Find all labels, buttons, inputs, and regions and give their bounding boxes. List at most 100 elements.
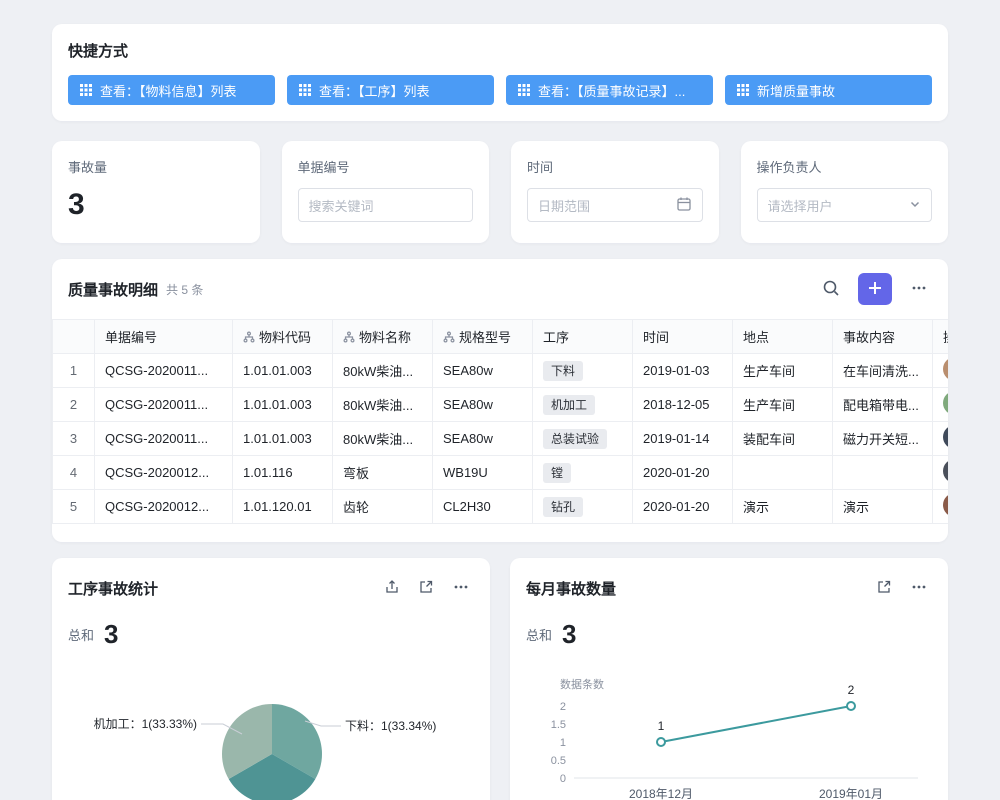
export-button[interactable] xyxy=(380,575,404,602)
shortcut-label: 查看：【物料信息】列表 xyxy=(100,81,237,100)
cell-doc: QCSG-2020011... xyxy=(95,388,233,422)
cell-code: 1.01.01.003 xyxy=(233,422,333,456)
avatar xyxy=(943,425,948,449)
select-placeholder: 请选择用户 xyxy=(768,196,833,215)
table-search-button[interactable] xyxy=(818,275,844,304)
pie-card-title: 工序事故统计 xyxy=(68,578,158,599)
process-tag: 钻孔 xyxy=(543,497,583,517)
table-title: 质量事故明细 xyxy=(68,279,158,300)
cell-process: 总装试验 xyxy=(533,422,633,456)
y-tick: 2 xyxy=(560,701,566,713)
avatar xyxy=(943,493,948,517)
y-axis-title: 数据条数 xyxy=(560,677,604,691)
grid-icon xyxy=(80,84,92,96)
date-range-input[interactable]: 日期范围 xyxy=(527,188,703,222)
table-more-menu-button[interactable] xyxy=(906,275,932,304)
stat-card-accident-count: 事故量 3 xyxy=(52,141,260,243)
shortcut-label: 查看：【工序】列表 xyxy=(319,81,430,100)
open-in-new-icon xyxy=(418,579,434,598)
table-row[interactable]: 5 QCSG-2020012... 1.01.120.01 齿轮 CL2H30 … xyxy=(53,490,949,524)
table-row[interactable]: 4 QCSG-2020012... 1.01.116 弯板 WB19U 镗 20… xyxy=(53,456,949,490)
cell-spec: SEA80w xyxy=(433,388,533,422)
quality-accident-table: 单据编号 物料代码 物料名称 规格型号 工序 时间 地点 事故内容 操作负责人 … xyxy=(52,319,948,524)
cell-process: 机加工 xyxy=(533,388,633,422)
shortcut-view-quality-records-button[interactable]: 查看：【质量事故记录】... xyxy=(506,75,713,105)
quality-accident-table-card: 质量事故明细 共 5 条 xyxy=(52,259,948,542)
sum-value: 3 xyxy=(562,619,576,650)
avatar xyxy=(943,459,948,483)
pie-label-left: 机加工：1(33.33%) xyxy=(94,717,197,731)
plus-icon xyxy=(868,281,882,298)
x-tick: 2018年12月 xyxy=(629,787,693,800)
cell-place: 装配车间 xyxy=(733,422,833,456)
filter-label: 单据编号 xyxy=(298,157,474,176)
col-header-place: 地点 xyxy=(733,320,833,354)
cell-place xyxy=(733,456,833,490)
shortcut-view-material-list-button[interactable]: 查看：【物料信息】列表 xyxy=(68,75,275,105)
avatar xyxy=(943,357,948,381)
filter-label: 时间 xyxy=(527,157,703,176)
cell-doc: QCSG-2020012... xyxy=(95,456,233,490)
filter-card-operator: 操作负责人 请选择用户 xyxy=(741,141,949,243)
filter-card-time: 时间 日期范围 xyxy=(511,141,719,243)
row-index: 1 xyxy=(53,354,95,388)
shortcut-label: 新增质量事故 xyxy=(757,81,835,100)
pie-more-menu-button[interactable] xyxy=(448,574,474,603)
col-header-process: 工序 xyxy=(533,320,633,354)
x-tick: 2019年01月 xyxy=(819,787,883,800)
shortcut-label: 查看：【质量事故记录】... xyxy=(538,81,685,100)
more-dots-icon xyxy=(910,279,928,300)
table-scroll-area[interactable]: 单据编号 物料代码 物料名称 规格型号 工序 时间 地点 事故内容 操作负责人 … xyxy=(52,319,948,542)
stats-row: 事故量 3 单据编号 搜索关键词 时间 日期范围 操作负责人 请选择用户 xyxy=(52,141,948,243)
y-tick: 1.5 xyxy=(551,719,566,731)
cell-date: 2020-01-20 xyxy=(633,490,733,524)
cell-process: 下料 xyxy=(533,354,633,388)
table-row[interactable]: 3 QCSG-2020011... 1.01.01.003 80kW柴油... … xyxy=(53,422,949,456)
open-in-new-button[interactable] xyxy=(414,575,438,602)
table-row[interactable]: 1 QCSG-2020011... 1.01.01.003 80kW柴油... … xyxy=(53,354,949,388)
calendar-icon xyxy=(676,196,692,215)
shortcuts-card: 快捷方式 查看：【物料信息】列表 查看：【工序】列表 查看：【质量事故记录】..… xyxy=(52,24,948,121)
cell-content: 演示 xyxy=(833,490,933,524)
add-record-button[interactable] xyxy=(858,273,892,305)
col-header-doc: 单据编号 xyxy=(95,320,233,354)
line-series xyxy=(661,706,851,742)
col-header-name: 物料名称 xyxy=(333,320,433,354)
cell-doc: QCSG-2020012... xyxy=(95,490,233,524)
chevron-down-icon xyxy=(909,198,921,213)
cell-spec: CL2H30 xyxy=(433,490,533,524)
process-tag: 机加工 xyxy=(543,395,595,415)
col-header-label: 物料名称 xyxy=(359,330,411,345)
shortcuts-row: 查看：【物料信息】列表 查看：【工序】列表 查看：【质量事故记录】... 新增质… xyxy=(68,75,932,105)
cell-name: 齿轮 xyxy=(333,490,433,524)
cell-content: 配电箱带电... xyxy=(833,388,933,422)
col-header-spec: 规格型号 xyxy=(433,320,533,354)
cell-process: 镗 xyxy=(533,456,633,490)
cell-code: 1.01.120.01 xyxy=(233,490,333,524)
cell-name: 弯板 xyxy=(333,456,433,490)
cell-code: 1.01.116 xyxy=(233,456,333,490)
relation-icon xyxy=(243,331,255,343)
more-dots-icon xyxy=(452,578,470,599)
shortcut-view-process-list-button[interactable]: 查看：【工序】列表 xyxy=(287,75,494,105)
line-more-menu-button[interactable] xyxy=(906,574,932,603)
operator-select[interactable]: 请选择用户 xyxy=(757,188,933,222)
cell-doc: QCSG-2020011... xyxy=(95,422,233,456)
pie-chart: 机加工：1(33.33%) 下料：1(33.34%) 总装试验：1(33.33%… xyxy=(68,664,474,800)
table-row[interactable]: 2 QCSG-2020011... 1.01.01.003 80kW柴油... … xyxy=(53,388,949,422)
more-dots-icon xyxy=(910,578,928,599)
open-in-new-button[interactable] xyxy=(872,575,896,602)
col-header-content: 事故内容 xyxy=(833,320,933,354)
cell-date: 2020-01-20 xyxy=(633,456,733,490)
cell-spec: SEA80w xyxy=(433,422,533,456)
cell-process: 钻孔 xyxy=(533,490,633,524)
input-placeholder: 日期范围 xyxy=(538,196,590,215)
cell-spec: SEA80w xyxy=(433,354,533,388)
col-header-code: 物料代码 xyxy=(233,320,333,354)
pie-sum-row: 总和 3 xyxy=(68,619,474,650)
col-header-label: 物料代码 xyxy=(259,330,311,345)
doc-number-search-input[interactable]: 搜索关键词 xyxy=(298,188,474,222)
shortcut-add-quality-accident-button[interactable]: 新增质量事故 xyxy=(725,75,932,105)
sum-label: 总和 xyxy=(68,625,94,644)
charts-row: 工序事故统计 总和 xyxy=(52,558,948,800)
